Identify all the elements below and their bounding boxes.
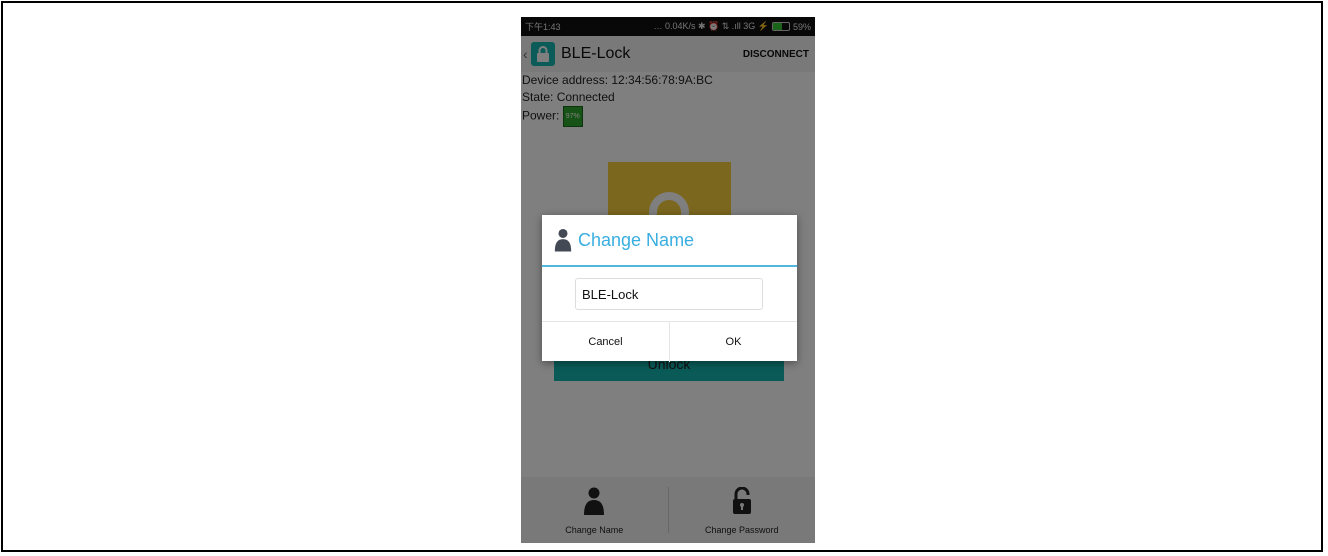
dialog-buttons: Cancel OK (542, 321, 797, 362)
dialog-header: Change Name (542, 215, 797, 267)
dialog-title: Change Name (578, 229, 695, 250)
user-icon (554, 228, 572, 252)
cancel-button[interactable]: Cancel (542, 322, 669, 362)
change-name-dialog: Change Name Cancel OK (542, 215, 797, 362)
device-name-input[interactable] (575, 278, 763, 310)
ok-button[interactable]: OK (669, 322, 797, 362)
phone-screen: 下午1:43 … 0.04K/s ✱ ⏰ ⇅ .ıll 3G ⚡ 59% ‹ B… (521, 17, 815, 543)
